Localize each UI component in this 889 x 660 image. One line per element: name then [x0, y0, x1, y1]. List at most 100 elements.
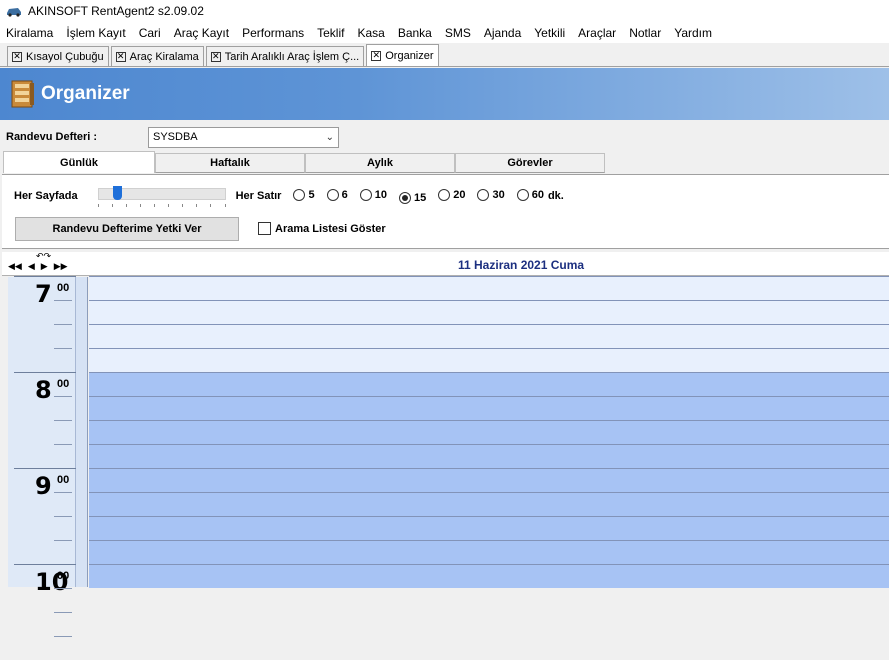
radio-circle[interactable] — [438, 188, 451, 201]
hour-line — [14, 564, 76, 565]
doc-tab-label: Organizer — [385, 49, 434, 62]
radio-dot — [401, 194, 408, 201]
interval-radio-20[interactable]: 20 — [438, 188, 466, 201]
options-panel: Her Sayfada Her Satır 5 6 10 15 20 30 60 dk. R… — [2, 174, 889, 249]
time-slot[interactable] — [89, 396, 889, 420]
next-page-icon[interactable]: ▶ — [41, 262, 48, 272]
interval-radio-5[interactable]: 5 — [293, 188, 315, 201]
radio-label: 5 — [308, 188, 315, 201]
radio-circle[interactable] — [398, 191, 411, 204]
time-slot[interactable] — [89, 444, 889, 468]
interval-radio-10[interactable]: 10 — [359, 188, 387, 201]
menu-arac-kayit[interactable]: Araç Kayıt — [174, 26, 229, 40]
time-slot[interactable] — [89, 516, 889, 540]
document-tabs: ✕ Kısayol Çubuğu ✕ Araç Kiralama ✕ Tarih Ar… — [0, 44, 889, 67]
menu-kasa[interactable]: Kasa — [357, 26, 384, 40]
radio-label: 30 — [492, 188, 505, 201]
radio-circle[interactable] — [293, 188, 306, 201]
doc-tab-label: Araç Kiralama — [129, 50, 199, 63]
time-slot[interactable] — [89, 276, 889, 300]
unit-label: dk. — [547, 190, 564, 202]
menu-notlar[interactable]: Notlar — [629, 26, 661, 40]
doc-tab-kisayol[interactable]: ✕ Kısayol Çubuğu — [7, 46, 109, 66]
car-icon — [7, 8, 21, 17]
menu-teklif[interactable]: Teklif — [317, 26, 344, 40]
doc-tab-tarih-araligi[interactable]: ✕ Tarih Aralıklı Araç İşlem Ç... — [205, 46, 365, 66]
doc-tab-arac-kiralama[interactable]: ✕ Araç Kiralama — [110, 46, 204, 66]
quarter-tick — [54, 348, 72, 349]
radio-label: 6 — [341, 188, 348, 201]
options-row: Her Sayfada Her Satır 5 6 10 15 20 30 60 dk. — [14, 185, 564, 207]
tab-haftalik[interactable]: Haftalık — [155, 153, 305, 173]
prev-page-icon[interactable]: ◀ — [28, 262, 35, 272]
radio-circle[interactable] — [516, 188, 529, 201]
radio-circle[interactable] — [477, 188, 490, 201]
interval-radio-6[interactable]: 6 — [326, 188, 348, 201]
menu-ajanda[interactable]: Ajanda — [484, 26, 521, 40]
menu-sms[interactable]: SMS — [445, 26, 471, 40]
organizer-icon — [11, 80, 34, 108]
quarter-tick — [54, 588, 72, 589]
radio-label: 10 — [374, 188, 387, 201]
her-sayfada-label: Her Sayfada — [14, 190, 78, 202]
time-slot[interactable] — [89, 300, 889, 324]
hour-block: 9 00 — [8, 468, 76, 564]
title-bar: AKINSOFT RentAgent2 s2.09.02 — [0, 0, 889, 22]
menu-araclar[interactable]: Araçlar — [578, 26, 616, 40]
slider-thumb[interactable] — [112, 186, 122, 200]
page-size-slider[interactable] — [97, 185, 226, 207]
arama-listesi-row[interactable]: Arama Listesi Göster — [258, 222, 386, 235]
tab-gunluk[interactable]: Günlük — [3, 151, 155, 173]
interval-radio-60[interactable]: 60 — [516, 188, 544, 201]
time-slot[interactable] — [89, 564, 889, 588]
time-slot[interactable] — [89, 420, 889, 444]
time-slot[interactable] — [89, 372, 889, 396]
quarter-tick — [54, 612, 72, 613]
quarter-tick — [54, 324, 72, 325]
quarter-tick — [54, 540, 72, 541]
time-slot[interactable] — [89, 348, 889, 372]
arama-listesi-checkbox[interactable] — [258, 222, 271, 235]
quarter-tick — [54, 516, 72, 517]
menu-yetkili[interactable]: Yetkili — [534, 26, 565, 40]
hour-label: 7 — [35, 280, 52, 308]
close-icon[interactable]: ✕ — [12, 51, 22, 62]
tab-gorevler[interactable]: Görevler — [455, 153, 605, 173]
hour-line — [14, 276, 76, 277]
close-icon[interactable]: ✕ — [210, 51, 221, 62]
radio-label: 20 — [453, 188, 466, 201]
radio-circle[interactable] — [359, 188, 372, 201]
menu-banka[interactable]: Banka — [398, 26, 432, 40]
doc-tab-organizer[interactable]: ✕ Organizer — [366, 44, 439, 66]
menu-performans[interactable]: Performans — [242, 26, 304, 40]
yetki-ver-button[interactable]: Randevu Defterime Yetki Ver — [15, 217, 239, 241]
time-slot[interactable] — [89, 324, 889, 348]
menu-kiralama[interactable]: Kiralama — [6, 26, 53, 40]
time-slot[interactable] — [89, 468, 889, 492]
hour-label: 8 — [35, 376, 52, 404]
quarter-tick — [54, 420, 72, 421]
time-slot[interactable] — [89, 540, 889, 564]
first-page-icon[interactable]: ◀◀ — [8, 262, 22, 272]
interval-radio-30[interactable]: 30 — [477, 188, 505, 201]
window-title: AKINSOFT RentAgent2 s2.09.02 — [28, 4, 204, 18]
menu-cari[interactable]: Cari — [139, 26, 161, 40]
randevu-defteri-select[interactable]: SYSDBA ⌄ — [148, 126, 339, 148]
minute-label: 00 — [57, 282, 70, 294]
radio-circle[interactable] — [326, 188, 339, 201]
slider-ticks — [97, 204, 226, 207]
minute-label: 00 — [57, 474, 70, 486]
interval-radio-15[interactable]: 15 — [398, 191, 426, 204]
day-grid[interactable] — [89, 276, 889, 588]
close-icon[interactable]: ✕ — [371, 50, 382, 61]
minute-label: 00 — [57, 378, 70, 390]
time-slot[interactable] — [89, 492, 889, 516]
randevu-defteri-value: SYSDBA — [153, 131, 198, 143]
menu-islem-kayit[interactable]: İşlem Kayıt — [66, 26, 125, 40]
page-header: Organizer — [0, 68, 889, 120]
menu-yardim[interactable]: Yardım — [674, 26, 712, 40]
undo-redo-icon[interactable]: ↶↷ — [36, 252, 51, 262]
tab-aylik[interactable]: Aylık — [305, 153, 455, 173]
last-page-icon[interactable]: ▶▶ — [54, 262, 68, 272]
close-icon[interactable]: ✕ — [115, 51, 126, 62]
